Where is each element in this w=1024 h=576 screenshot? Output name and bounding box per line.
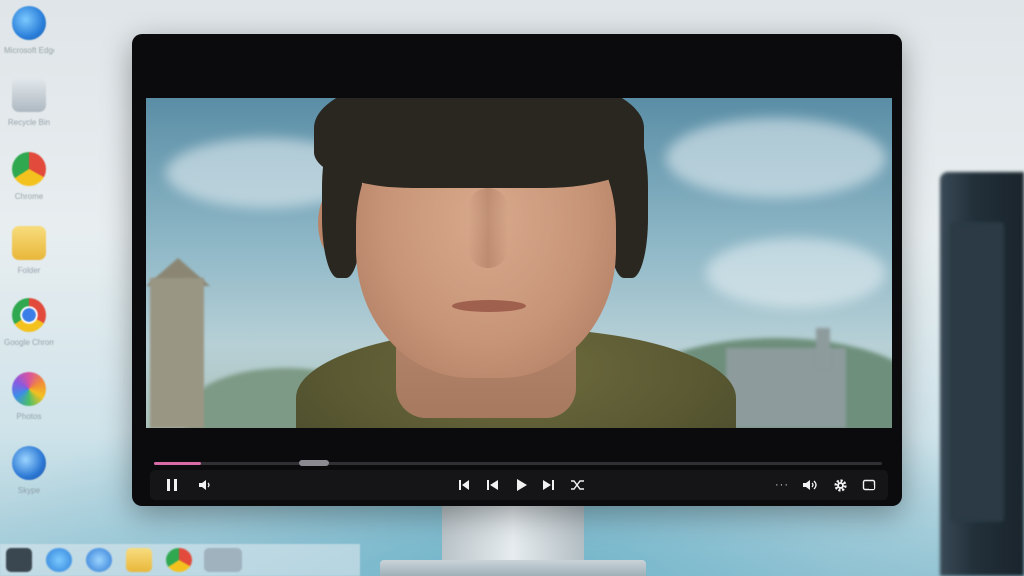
folder-icon [12,226,46,260]
progress-bar[interactable] [154,462,882,465]
scrub-handle[interactable] [299,460,330,466]
desktop-icon-chrome[interactable]: Google Chrome [4,296,54,360]
recycle-bin-icon [12,78,46,112]
desktop-icon-folder[interactable]: Folder [4,224,54,288]
volume-toggle-button[interactable] [195,474,215,496]
desktop-icon-label: Google Chrome [4,338,54,347]
more-options-button[interactable]: ··· [770,474,794,496]
person-mouth [452,300,526,312]
desktop-icon-app-2[interactable]: Skype [4,444,54,508]
skip-back-icon [459,480,469,490]
chrome-icon [12,298,46,332]
previous-icon [487,480,498,490]
fullscreen-button[interactable] [858,474,880,496]
desktop-icon-label: Microsoft Edge [4,46,54,55]
fullscreen-icon [862,479,876,491]
cloud [706,238,886,308]
previous-button[interactable] [482,474,502,496]
monitor [132,34,902,506]
pc-tower-panel [950,222,1004,522]
file-explorer-icon[interactable] [126,548,152,572]
gear-icon [833,478,847,492]
volume-icon [803,480,817,490]
video-frame[interactable] [146,98,892,428]
person-hair-top [314,98,644,188]
photos-icon [12,372,46,406]
next-icon [543,480,554,490]
desktop-icon-label: Folder [17,266,41,275]
desktop-icon-label: Skype [17,486,41,495]
edge-icon[interactable] [46,548,72,572]
monitor-stand-base [380,560,646,576]
skip-back-button[interactable] [454,474,474,496]
store-icon[interactable] [204,548,242,572]
browser-icon [12,6,46,40]
desktop-icon-recycle[interactable]: Recycle Bin [4,76,54,140]
desktop-icon-app[interactable]: Chrome [4,150,54,214]
desktop-icon-label: Photos [16,412,42,421]
settings-button[interactable] [829,474,851,496]
village-spire [816,328,830,368]
pause-icon [167,479,177,491]
start-icon[interactable] [6,548,32,572]
desktop-icon-label: Chrome [14,192,44,201]
stone-tower [150,278,204,428]
app-icon-2 [12,446,46,480]
pause-button[interactable] [162,474,182,496]
desktop-icon-edge[interactable]: Microsoft Edge [4,4,54,68]
play-button[interactable] [510,474,532,496]
shuffle-icon [571,480,584,490]
speaker-icon [199,480,210,490]
chrome-icon[interactable] [166,548,192,572]
app-icon [12,152,46,186]
desktop-icon-label: Recycle Bin [7,118,51,127]
progress-fill [154,462,202,465]
person-nose [468,188,508,268]
desktop-icon-photos[interactable]: Photos [4,370,54,434]
cloud [666,118,886,198]
browser-icon[interactable] [86,548,112,572]
volume-button[interactable] [800,474,822,496]
play-icon [517,479,527,491]
shuffle-button[interactable] [567,474,589,496]
next-button[interactable] [539,474,559,496]
